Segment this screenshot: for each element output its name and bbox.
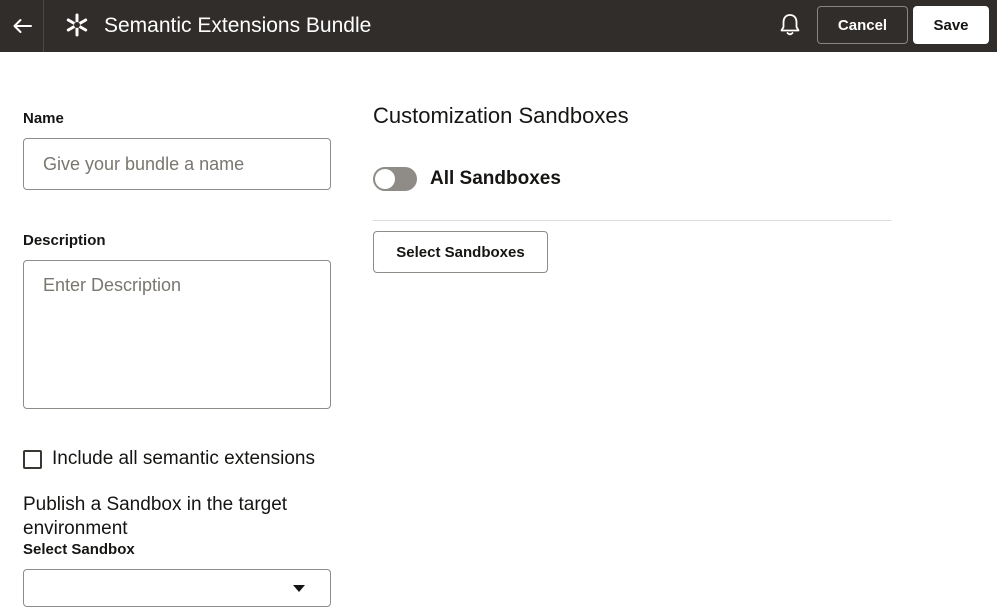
all-sandboxes-label: All Sandboxes	[430, 168, 561, 189]
back-button[interactable]	[0, 0, 44, 52]
select-sandbox-dropdown[interactable]	[23, 569, 331, 607]
description-label: Description	[23, 232, 106, 249]
save-button[interactable]: Save	[913, 6, 989, 44]
name-input[interactable]	[23, 138, 331, 190]
name-label: Name	[23, 110, 64, 127]
description-textarea[interactable]	[23, 260, 331, 409]
include-all-checkbox-row[interactable]: Include all semantic extensions	[23, 448, 315, 470]
bell-icon[interactable]	[777, 12, 803, 38]
sandboxes-section-title: Customization Sandboxes	[373, 103, 629, 128]
caret-down-icon	[293, 585, 305, 592]
snowflake-icon	[66, 13, 88, 37]
app-header: Semantic Extensions Bundle Cancel Save	[0, 0, 997, 52]
arrow-left-icon	[13, 19, 32, 33]
all-sandboxes-toggle[interactable]	[373, 167, 417, 191]
section-divider	[373, 220, 891, 221]
select-sandbox-label: Select Sandbox	[23, 541, 135, 558]
cancel-button[interactable]: Cancel	[817, 6, 908, 44]
page-title: Semantic Extensions Bundle	[104, 14, 372, 37]
toggle-knob	[375, 169, 395, 189]
publish-sandbox-text: Publish a Sandbox in the target environm…	[23, 494, 288, 539]
include-all-checkbox[interactable]	[23, 449, 42, 469]
include-all-label: Include all semantic extensions	[52, 448, 315, 469]
select-sandboxes-button[interactable]: Select Sandboxes	[373, 231, 548, 273]
